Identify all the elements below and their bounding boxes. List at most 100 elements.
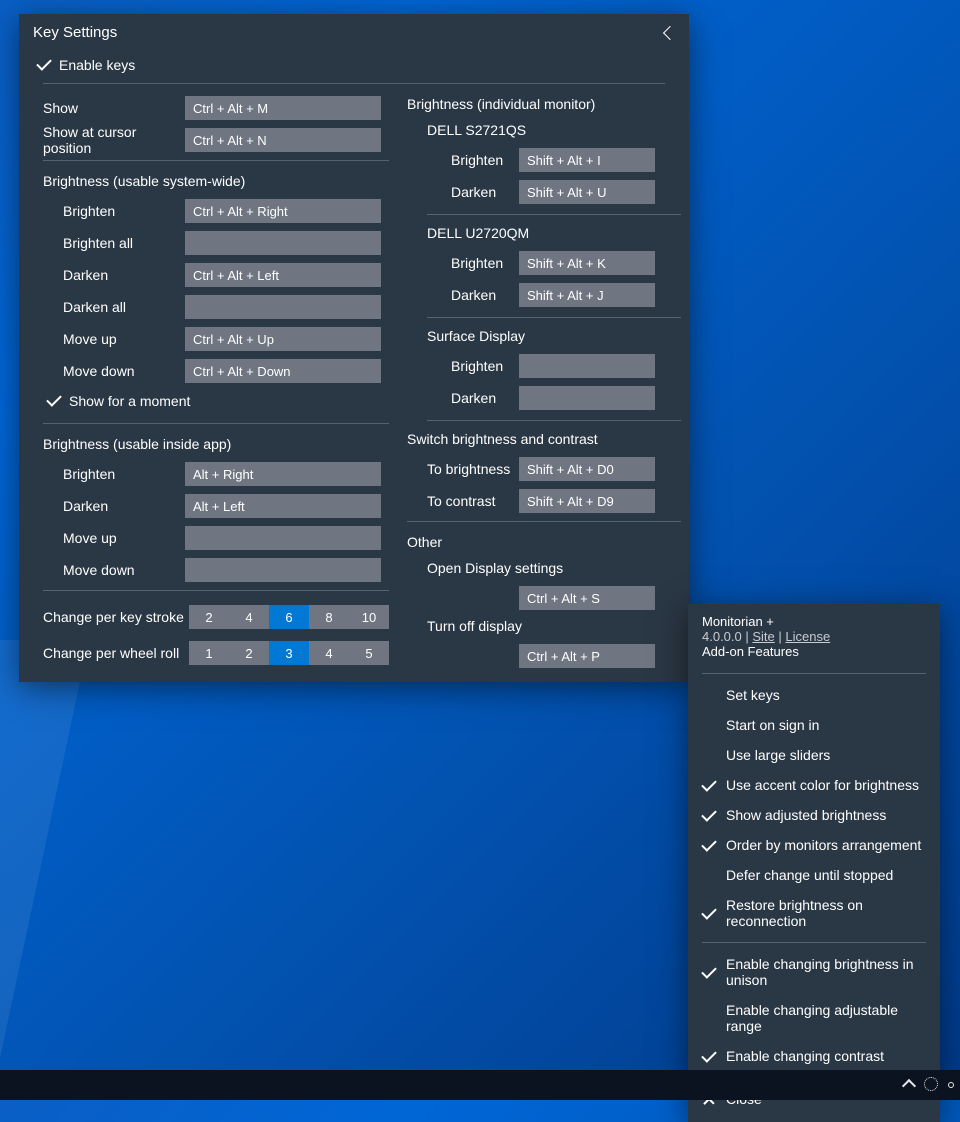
label: Brighten all <box>63 235 185 251</box>
seg-option[interactable]: 1 <box>189 641 229 665</box>
row-mon-brighten: Brighten <box>407 144 681 176</box>
label-show-cursor: Show at cursor position <box>43 124 185 156</box>
hotkey-input[interactable] <box>185 295 381 319</box>
hotkey-input[interactable] <box>185 199 381 223</box>
hotkey-input[interactable] <box>185 263 381 287</box>
seg-option[interactable]: 2 <box>189 605 229 629</box>
monitor-name: DELL S2721QS <box>407 118 681 144</box>
row-turn-off <box>407 640 681 672</box>
divider <box>43 83 665 84</box>
label: Brighten <box>451 358 519 374</box>
hotkey-input[interactable] <box>519 180 655 204</box>
check-icon <box>701 776 717 792</box>
label: Brighten <box>63 203 185 219</box>
menu-item[interactable]: Show adjusted brightness <box>688 800 940 830</box>
seg-option[interactable]: 3 <box>269 641 309 665</box>
group-individual-title: Brightness (individual monitor) <box>407 92 681 118</box>
menu-item-label: Enable changing adjustable range <box>726 1002 926 1034</box>
check-icon <box>701 716 717 732</box>
change-key-label: Change per key stroke <box>43 609 189 625</box>
menu-item[interactable]: Use accent color for brightness <box>688 770 940 800</box>
check-icon <box>701 1009 717 1025</box>
hotkey-open-display[interactable] <box>519 586 655 610</box>
divider <box>427 317 681 318</box>
row-open-display <box>407 582 681 614</box>
divider <box>427 214 681 215</box>
hotkey-input[interactable] <box>519 148 655 172</box>
check-icon <box>36 55 52 71</box>
seg-option[interactable]: 5 <box>349 641 389 665</box>
right-column: Brightness (individual monitor) DELL S27… <box>407 92 681 672</box>
hotkey-input[interactable] <box>519 386 655 410</box>
group-systemwide-title: Brightness (usable system-wide) <box>43 169 389 195</box>
label-turn-off: Turn off display <box>407 614 681 640</box>
seg-option[interactable]: 10 <box>349 605 389 629</box>
menu-item[interactable]: Enable changing adjustable range <box>688 995 940 1041</box>
menu-item-label: Restore brightness on reconnection <box>726 897 926 929</box>
label: Brighten <box>63 466 185 482</box>
hotkey-input[interactable] <box>185 494 381 518</box>
divider <box>702 673 926 674</box>
check-icon <box>701 904 717 920</box>
seg-option[interactable]: 8 <box>309 605 349 629</box>
segmented-keystroke[interactable]: 246810 <box>189 605 389 629</box>
brightness-tray-icon[interactable] <box>924 1077 938 1094</box>
row-ia-2: Move up <box>43 522 389 554</box>
label: Darken <box>451 184 519 200</box>
divider <box>407 521 681 522</box>
segmented-wheel[interactable]: 12345 <box>189 641 389 665</box>
hotkey-input[interactable] <box>185 231 381 255</box>
taskbar <box>0 1070 960 1100</box>
seg-option[interactable]: 6 <box>269 605 309 629</box>
row-ia-0: Brighten <box>43 458 389 490</box>
seg-option[interactable]: 4 <box>309 641 349 665</box>
menu-item[interactable]: Restore brightness on reconnection <box>688 890 940 936</box>
hotkey-show[interactable] <box>185 96 381 120</box>
menu-item[interactable]: Use large sliders <box>688 740 940 770</box>
menu-item[interactable]: Start on sign in <box>688 710 940 740</box>
menu-item-label: Use large sliders <box>726 747 830 763</box>
menu-item[interactable]: Defer change until stopped <box>688 860 940 890</box>
menu-item-label: Set keys <box>726 687 780 703</box>
label: Move up <box>63 530 185 546</box>
label: Move up <box>63 331 185 347</box>
check-icon <box>46 391 62 407</box>
divider <box>702 942 926 943</box>
hotkey-input[interactable] <box>519 354 655 378</box>
tray-dot-icon[interactable] <box>948 1082 954 1088</box>
tray-overflow-icon[interactable] <box>904 1077 914 1094</box>
seg-option[interactable]: 2 <box>229 641 269 665</box>
hotkey-input[interactable] <box>519 251 655 275</box>
back-icon[interactable] <box>663 25 677 39</box>
divider <box>43 423 389 424</box>
hotkey-input[interactable] <box>185 558 381 582</box>
change-wheel-label: Change per wheel roll <box>43 645 189 661</box>
hotkey-to-brightness[interactable] <box>519 457 655 481</box>
menu-item[interactable]: Enable changing contrast <box>688 1041 940 1071</box>
hotkey-turn-off[interactable] <box>519 644 655 668</box>
menu-item[interactable]: Order by monitors arrangement <box>688 830 940 860</box>
row-sw-3: Darken all <box>43 291 389 323</box>
menu-item-label: Enable changing contrast <box>726 1048 884 1064</box>
seg-option[interactable]: 4 <box>229 605 269 629</box>
label: Move down <box>63 562 185 578</box>
hotkey-to-contrast[interactable] <box>519 489 655 513</box>
window-title: Key Settings <box>33 24 117 41</box>
label: Darken all <box>63 299 185 315</box>
hotkey-input[interactable] <box>185 359 381 383</box>
hotkey-show-cursor[interactable] <box>185 128 381 152</box>
divider <box>427 420 681 421</box>
change-per-keystroke: Change per key stroke 246810 <box>43 599 389 635</box>
site-link[interactable]: Site <box>752 629 774 644</box>
menu-item[interactable]: Enable changing brightness in unison <box>688 949 940 995</box>
show-moment-toggle[interactable]: Show for a moment <box>29 387 389 419</box>
hotkey-input[interactable] <box>185 526 381 550</box>
menu-item[interactable]: Set keys <box>688 680 940 710</box>
license-link[interactable]: License <box>785 629 830 644</box>
check-icon <box>701 963 717 979</box>
enable-keys-toggle[interactable]: Enable keys <box>29 51 689 83</box>
hotkey-input[interactable] <box>519 283 655 307</box>
hotkey-input[interactable] <box>185 327 381 351</box>
hotkey-input[interactable] <box>185 462 381 486</box>
row-sw-2: Darken <box>43 259 389 291</box>
